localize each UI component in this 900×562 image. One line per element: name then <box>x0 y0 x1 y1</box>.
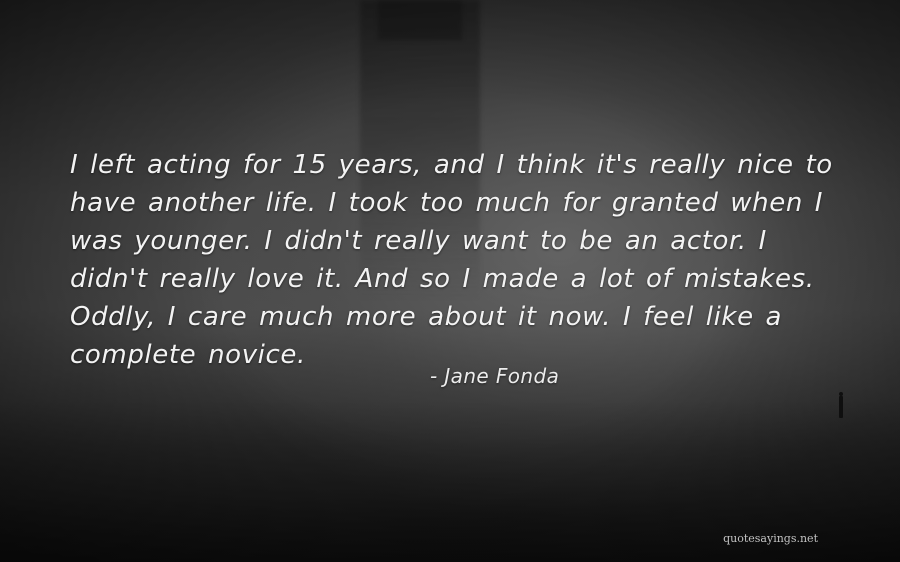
site-watermark: quotesayings.net <box>723 532 818 545</box>
quote-author: - Jane Fonda <box>430 364 560 388</box>
quote-line: have another life. I took too much for g… <box>70 188 824 218</box>
quote-line: complete novice. <box>70 340 306 370</box>
quote-line: Oddly, I care much more about it now. I … <box>70 302 783 332</box>
quote-line: I left acting for 15 years, and I think … <box>70 150 833 180</box>
quote-line: didn't really love it. And so I made a l… <box>70 264 815 294</box>
quote-text: I left acting for 15 years, and I think … <box>70 146 860 374</box>
quote-line: was younger. I didn't really want to be … <box>70 226 767 256</box>
